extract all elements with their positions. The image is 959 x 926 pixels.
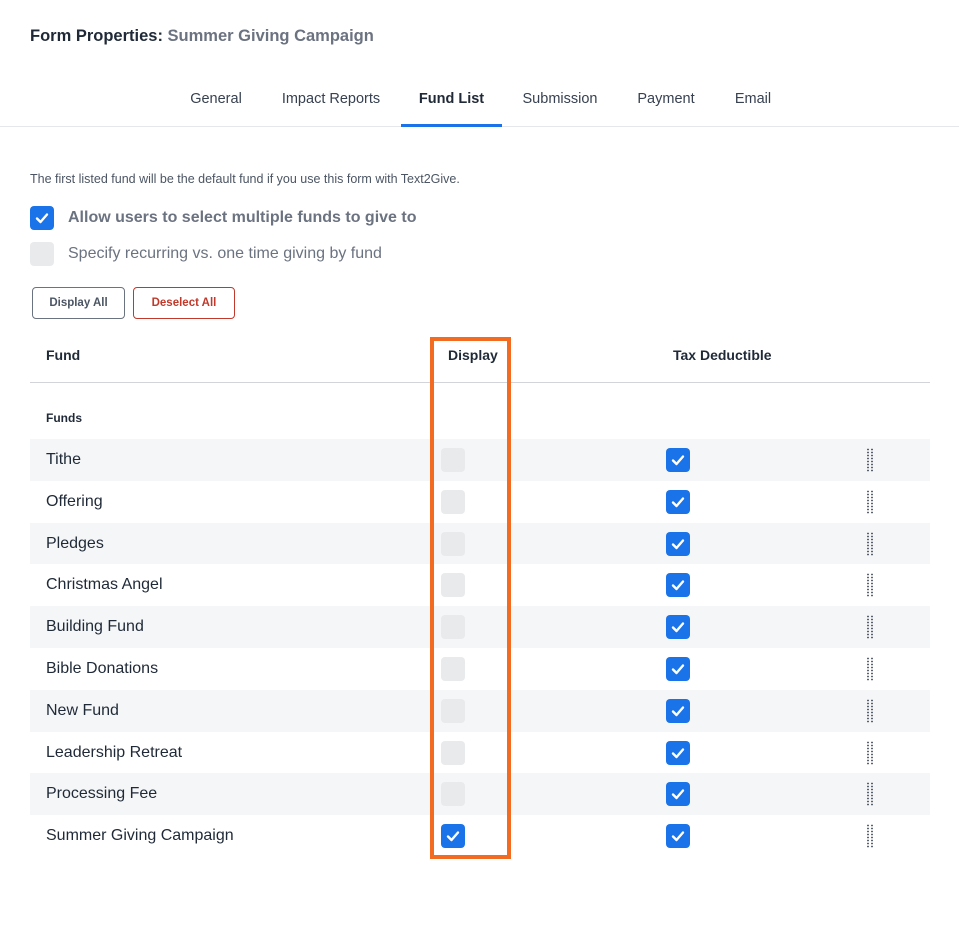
fund-name: Offering: [46, 492, 103, 510]
checkmark-icon: [671, 789, 685, 800]
display-all-button[interactable]: Display All: [32, 287, 125, 319]
fund-name: Summer Giving Campaign: [46, 827, 234, 845]
table-row: Building Fund: [30, 606, 930, 648]
header-title-prefix: Form Properties:: [30, 27, 163, 45]
display-checkbox[interactable]: [441, 448, 465, 472]
drag-handle[interactable]: [866, 615, 874, 639]
checkmark-icon: [671, 622, 685, 633]
drag-handle-icon: [867, 573, 873, 597]
tab-fund-list[interactable]: Fund List: [401, 80, 502, 127]
recurring-by-fund-label: Specify recurring vs. one time giving by…: [68, 245, 382, 262]
drag-handle-icon: [867, 448, 873, 472]
column-header-display: Display: [448, 347, 498, 363]
tax-deductible-checkbox[interactable]: [666, 740, 690, 765]
tab-payment[interactable]: Payment: [630, 80, 702, 124]
display-checkbox[interactable]: [441, 573, 465, 598]
checkmark-icon: [671, 831, 685, 842]
table-row: New Fund: [30, 689, 930, 732]
tax-deductible-checkbox[interactable]: [666, 531, 690, 556]
drag-handle-icon: [867, 824, 873, 848]
drag-handle[interactable]: [866, 824, 874, 848]
fund-name: Bible Donations: [46, 659, 159, 677]
multiple-funds-checkbox[interactable]: [30, 206, 54, 230]
display-checkbox[interactable]: [441, 531, 465, 556]
checkmark-icon: [671, 497, 685, 507]
tax-deductible-checkbox[interactable]: [666, 489, 690, 514]
default-fund-note: The first listed fund will be the defaul…: [30, 172, 460, 186]
drag-handle[interactable]: [866, 699, 874, 723]
tax-deductible-checkbox[interactable]: [666, 615, 690, 640]
tab-bar: General Impact Reports Fund List Submiss…: [0, 80, 959, 127]
drag-handle-icon: [867, 657, 873, 681]
display-checkbox[interactable]: [441, 824, 465, 849]
drag-handle-icon: [867, 615, 873, 639]
table-row: Pledges: [30, 522, 930, 565]
display-checkbox[interactable]: [441, 615, 465, 640]
checkmark-icon: [446, 831, 460, 842]
tax-deductible-checkbox[interactable]: [666, 698, 690, 723]
fund-name: Tithe: [46, 451, 81, 468]
recurring-by-fund-checkbox[interactable]: [30, 242, 54, 266]
display-checkbox[interactable]: [441, 740, 465, 765]
table-row: Offering: [30, 481, 930, 523]
drag-handle-icon: [867, 490, 873, 514]
drag-handle-icon: [867, 532, 873, 555]
display-checkbox[interactable]: [441, 782, 465, 807]
fund-name: Christmas Angel: [46, 576, 163, 594]
checkmark-icon: [671, 664, 685, 675]
drag-handle[interactable]: [866, 490, 874, 514]
fund-name: New Fund: [46, 701, 119, 719]
table-row: Summer Giving Campaign: [30, 815, 930, 857]
checkmark-icon: [35, 213, 49, 224]
checkmark-icon: [671, 706, 685, 716]
tax-deductible-checkbox[interactable]: [666, 782, 690, 807]
tab-email[interactable]: Email: [727, 80, 779, 124]
drag-handle[interactable]: [866, 657, 874, 681]
drag-handle[interactable]: [866, 741, 874, 765]
drag-handle[interactable]: [866, 782, 874, 806]
group-label-funds: Funds: [46, 411, 82, 425]
deselect-all-button[interactable]: Deselect All: [133, 287, 235, 319]
header-divider: [30, 382, 930, 383]
tax-deductible-checkbox[interactable]: [666, 824, 690, 849]
table-row: Processing Fee: [30, 773, 930, 816]
display-checkbox[interactable]: [441, 698, 465, 723]
column-header-tax-deductible: Tax Deductible: [673, 347, 772, 363]
checkmark-icon: [671, 747, 685, 758]
fund-name: Leadership Retreat: [46, 743, 183, 761]
tax-deductible-checkbox[interactable]: [666, 656, 690, 681]
checkmark-icon: [671, 538, 685, 549]
drag-handle[interactable]: [866, 532, 874, 556]
option-multiple-funds[interactable]: Allow users to select multiple funds to …: [30, 206, 417, 230]
drag-handle-icon: [867, 741, 873, 764]
table-row: Leadership Retreat: [30, 732, 930, 774]
display-checkbox[interactable]: [441, 656, 465, 681]
fund-rows: Tithe Offering Pledges Christmas Angel Build…: [30, 439, 930, 857]
table-row: Christmas Angel: [30, 564, 930, 606]
multiple-funds-label: Allow users to select multiple funds to …: [68, 209, 417, 226]
checkmark-icon: [671, 455, 685, 466]
tab-general[interactable]: General: [182, 80, 250, 124]
column-header-fund: Fund: [46, 347, 81, 363]
header-form-name: Summer Giving Campaign: [167, 27, 374, 45]
drag-handle-icon: [867, 782, 873, 806]
drag-handle[interactable]: [866, 573, 874, 597]
drag-handle[interactable]: [866, 448, 874, 472]
option-recurring-by-fund[interactable]: Specify recurring vs. one time giving by…: [30, 242, 382, 266]
drag-handle-icon: [867, 699, 873, 723]
form-properties-header: Form Properties: Summer Giving Campaign: [30, 27, 374, 46]
fund-name: Building Fund: [46, 618, 144, 636]
tax-deductible-checkbox[interactable]: [666, 573, 690, 598]
display-checkbox[interactable]: [441, 489, 465, 514]
checkmark-icon: [671, 580, 685, 591]
fund-name: Pledges: [46, 534, 104, 552]
tax-deductible-checkbox[interactable]: [666, 448, 690, 472]
tab-impact-reports[interactable]: Impact Reports: [273, 80, 389, 124]
fund-name: Processing Fee: [46, 785, 158, 803]
table-row: Bible Donations: [30, 648, 930, 690]
tab-submission[interactable]: Submission: [514, 80, 606, 124]
table-row: Tithe: [30, 439, 930, 481]
